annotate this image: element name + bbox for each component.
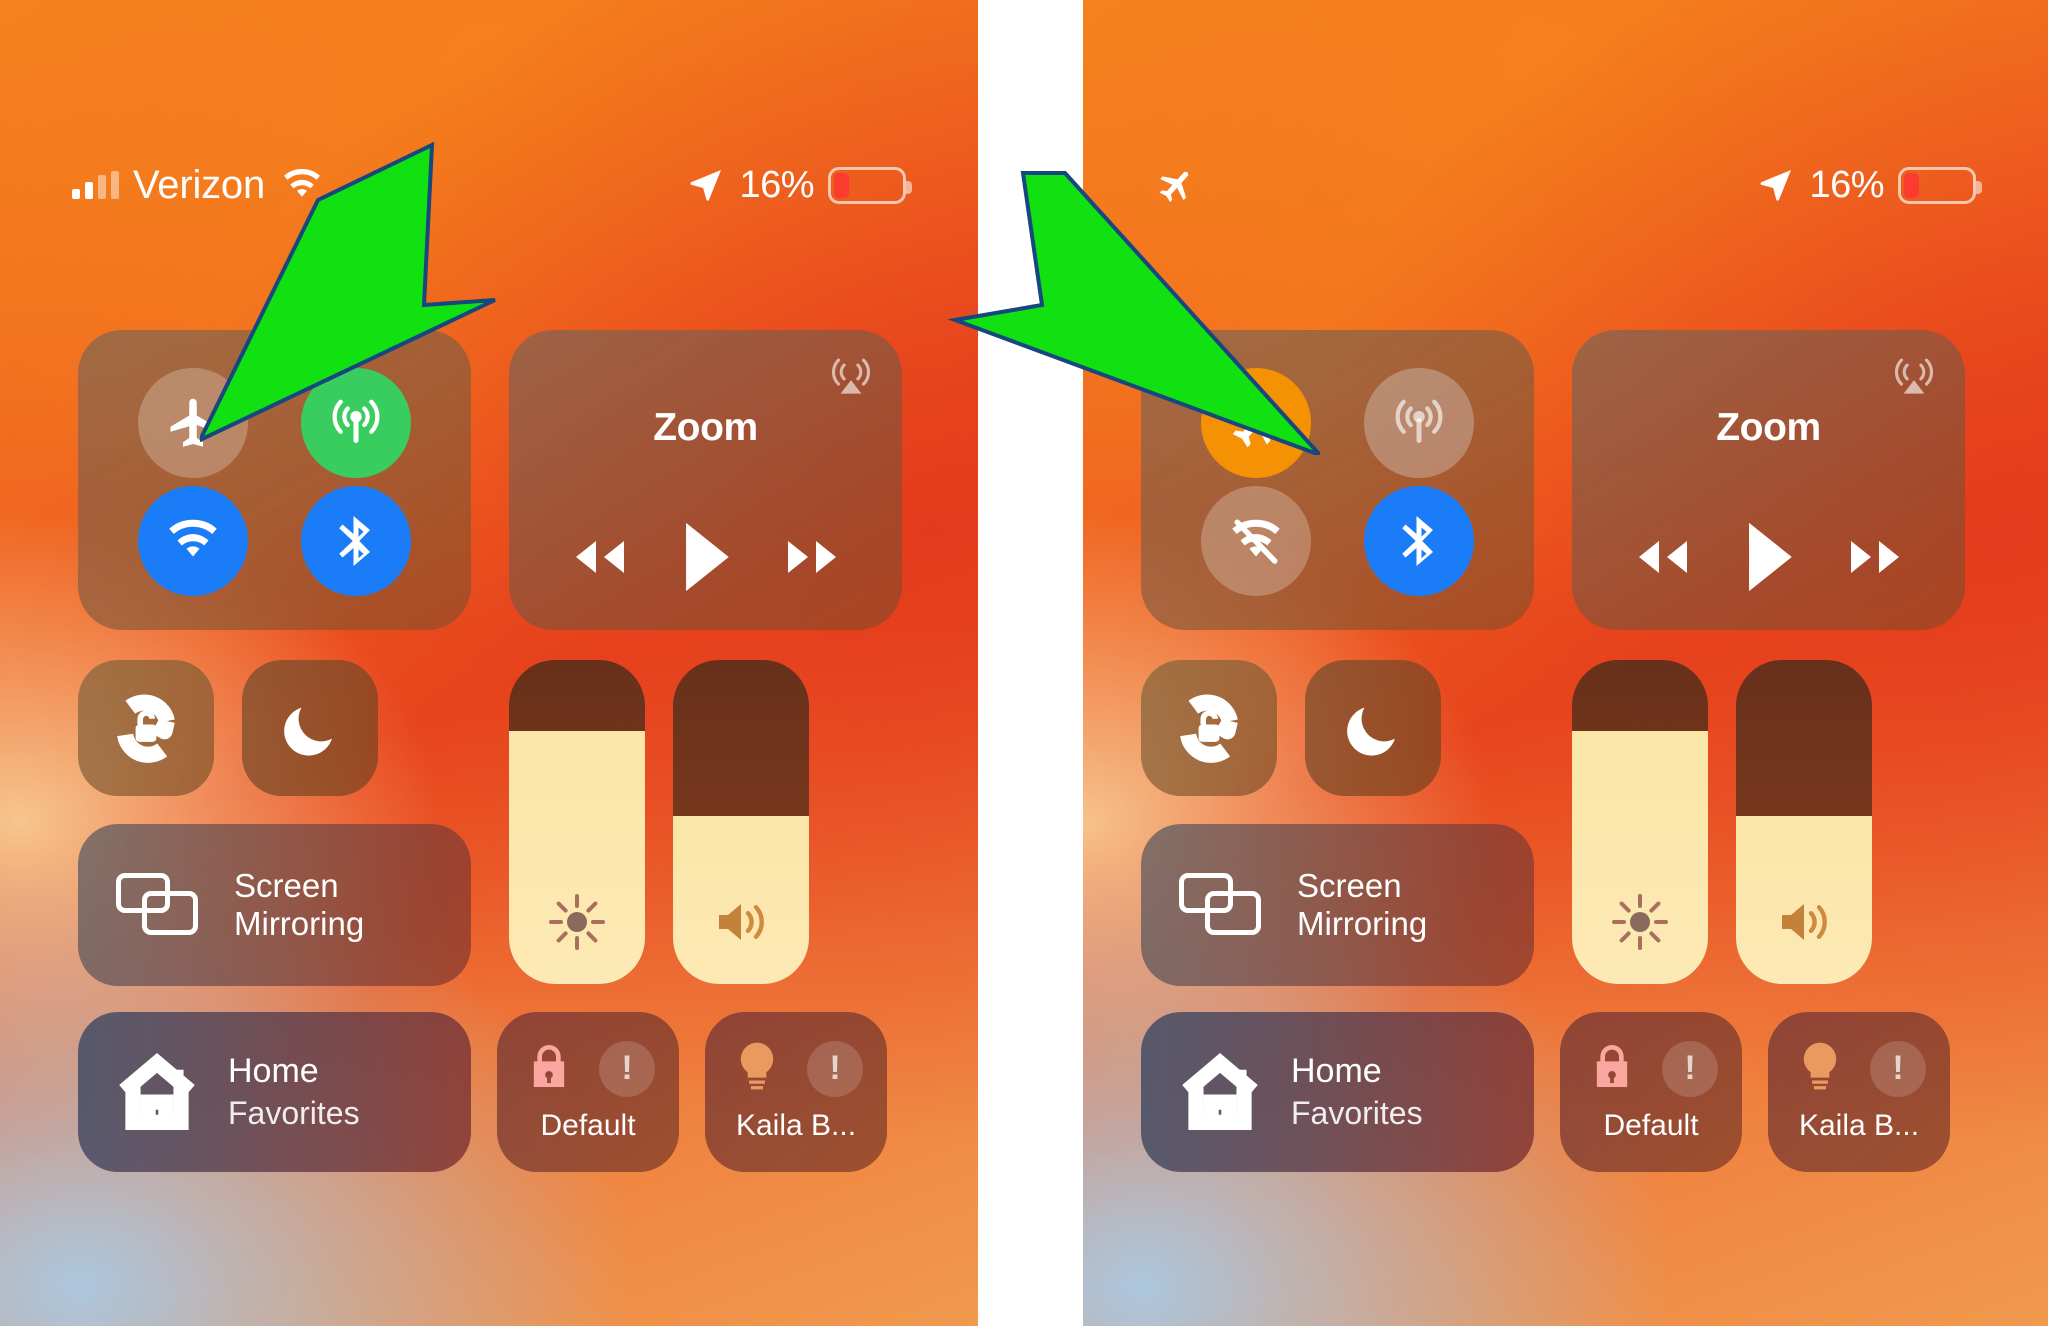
accessory-tile[interactable]: ! Kaila B...: [1768, 1012, 1950, 1172]
panel-divider: [978, 0, 1083, 1326]
brightness-icon: [1612, 894, 1668, 950]
fast-forward-button[interactable]: [778, 530, 850, 584]
play-button[interactable]: [1738, 520, 1800, 594]
lock-icon: [1584, 1038, 1640, 1099]
cellular-bars-icon: [72, 171, 119, 199]
accessory-name: Kaila B...: [735, 1109, 857, 1142]
rotation-lock-toggle[interactable]: [78, 660, 214, 796]
warning-badge: !: [1662, 1040, 1718, 1097]
now-playing-title: Zoom: [653, 406, 758, 449]
screen-mirroring-icon: [116, 873, 200, 937]
airplane-icon: [1159, 171, 1189, 203]
airplane-mode-toggle[interactable]: [138, 368, 249, 478]
home-title: Home: [228, 1052, 319, 1090]
battery-icon: [1898, 166, 1982, 204]
connectivity-tile[interactable]: [1141, 330, 1534, 630]
screen-mirroring-label-1: Screen: [234, 867, 339, 905]
left-phone-screenshot: Verizon 16% Zoom Screen Mirroring Home F…: [0, 0, 978, 1326]
accessory-tile[interactable]: ! Kaila B...: [705, 1012, 887, 1172]
right-phone-screenshot: 16% Zoom Screen Mirroring Home Favorites…: [1083, 0, 2048, 1326]
airplay-audio-icon[interactable]: [826, 352, 876, 402]
brightness-slider[interactable]: [1572, 660, 1708, 984]
rewind-button[interactable]: [1625, 530, 1697, 584]
warning-badge: !: [807, 1040, 863, 1097]
fast-forward-button[interactable]: [1841, 530, 1913, 584]
cellular-data-toggle[interactable]: [1363, 368, 1474, 478]
volume-slider[interactable]: [673, 660, 809, 984]
brightness-slider[interactable]: [509, 660, 645, 984]
status-bar-left: Verizon 16%: [0, 150, 978, 220]
media-playback-tile[interactable]: Zoom: [1572, 330, 1965, 630]
home-subtitle: Favorites: [1291, 1095, 1423, 1131]
accessory-name: Default: [540, 1109, 636, 1142]
do-not-disturb-toggle[interactable]: [242, 660, 378, 796]
warning-badge: !: [1870, 1040, 1926, 1097]
home-tile[interactable]: Home Favorites: [78, 1012, 471, 1172]
screen-mirroring-label-2: Mirroring: [1297, 905, 1428, 942]
wifi-toggle[interactable]: [138, 486, 249, 596]
connectivity-tile[interactable]: [78, 330, 471, 630]
lightbulb-icon: [729, 1038, 785, 1099]
home-icon: [119, 1052, 195, 1130]
location-arrow-icon: [1760, 169, 1792, 201]
home-subtitle: Favorites: [228, 1095, 360, 1131]
wifi-toggle[interactable]: [1201, 486, 1312, 596]
home-tile[interactable]: Home Favorites: [1141, 1012, 1534, 1172]
control-center-right: Zoom Screen Mirroring Home Favorites ! D…: [1141, 330, 1965, 1172]
status-bar-right: 16%: [1083, 150, 2048, 220]
accessory-tile[interactable]: ! Default: [497, 1012, 679, 1172]
accessory-name: Kaila B...: [1798, 1109, 1920, 1142]
home-title: Home: [1291, 1052, 1382, 1090]
accessory-name: Default: [1603, 1109, 1699, 1142]
airplane-mode-toggle[interactable]: [1201, 368, 1312, 478]
screen-mirroring-label-1: Screen: [1297, 867, 1402, 905]
lightbulb-icon: [1792, 1038, 1848, 1099]
screen-mirroring-icon: [1179, 873, 1263, 937]
volume-icon: [719, 904, 764, 940]
location-arrow-icon: [690, 169, 722, 201]
battery-icon: [828, 166, 912, 204]
volume-icon: [1782, 904, 1827, 940]
rotation-lock-toggle[interactable]: [1141, 660, 1277, 796]
battery-percent-label: 16%: [739, 163, 814, 206]
comparison-stage: Verizon 16% Zoom Screen Mirroring Home F…: [0, 0, 2048, 1326]
screen-mirroring-label-2: Mirroring: [234, 905, 365, 942]
battery-percent-label: 16%: [1809, 163, 1884, 206]
screen-mirroring-tile[interactable]: Screen Mirroring: [1141, 824, 1534, 986]
rewind-button[interactable]: [562, 530, 634, 584]
lock-icon: [521, 1038, 577, 1099]
accessory-tile[interactable]: ! Default: [1560, 1012, 1742, 1172]
bluetooth-toggle[interactable]: [1363, 486, 1474, 596]
brightness-icon: [549, 894, 605, 950]
play-button[interactable]: [675, 520, 737, 594]
cellular-data-toggle[interactable]: [300, 368, 411, 478]
media-playback-tile[interactable]: Zoom: [509, 330, 902, 630]
screen-mirroring-tile[interactable]: Screen Mirroring: [78, 824, 471, 986]
do-not-disturb-toggle[interactable]: [1305, 660, 1441, 796]
home-icon: [1182, 1052, 1258, 1130]
warning-badge: !: [599, 1040, 655, 1097]
now-playing-title: Zoom: [1716, 406, 1821, 449]
control-center-left: Zoom Screen Mirroring Home Favorites ! D…: [78, 330, 902, 1172]
volume-slider[interactable]: [1736, 660, 1872, 984]
wifi-icon: [284, 168, 320, 197]
airplay-audio-icon[interactable]: [1889, 352, 1939, 402]
carrier-label: Verizon: [133, 162, 266, 207]
bluetooth-toggle[interactable]: [300, 486, 411, 596]
